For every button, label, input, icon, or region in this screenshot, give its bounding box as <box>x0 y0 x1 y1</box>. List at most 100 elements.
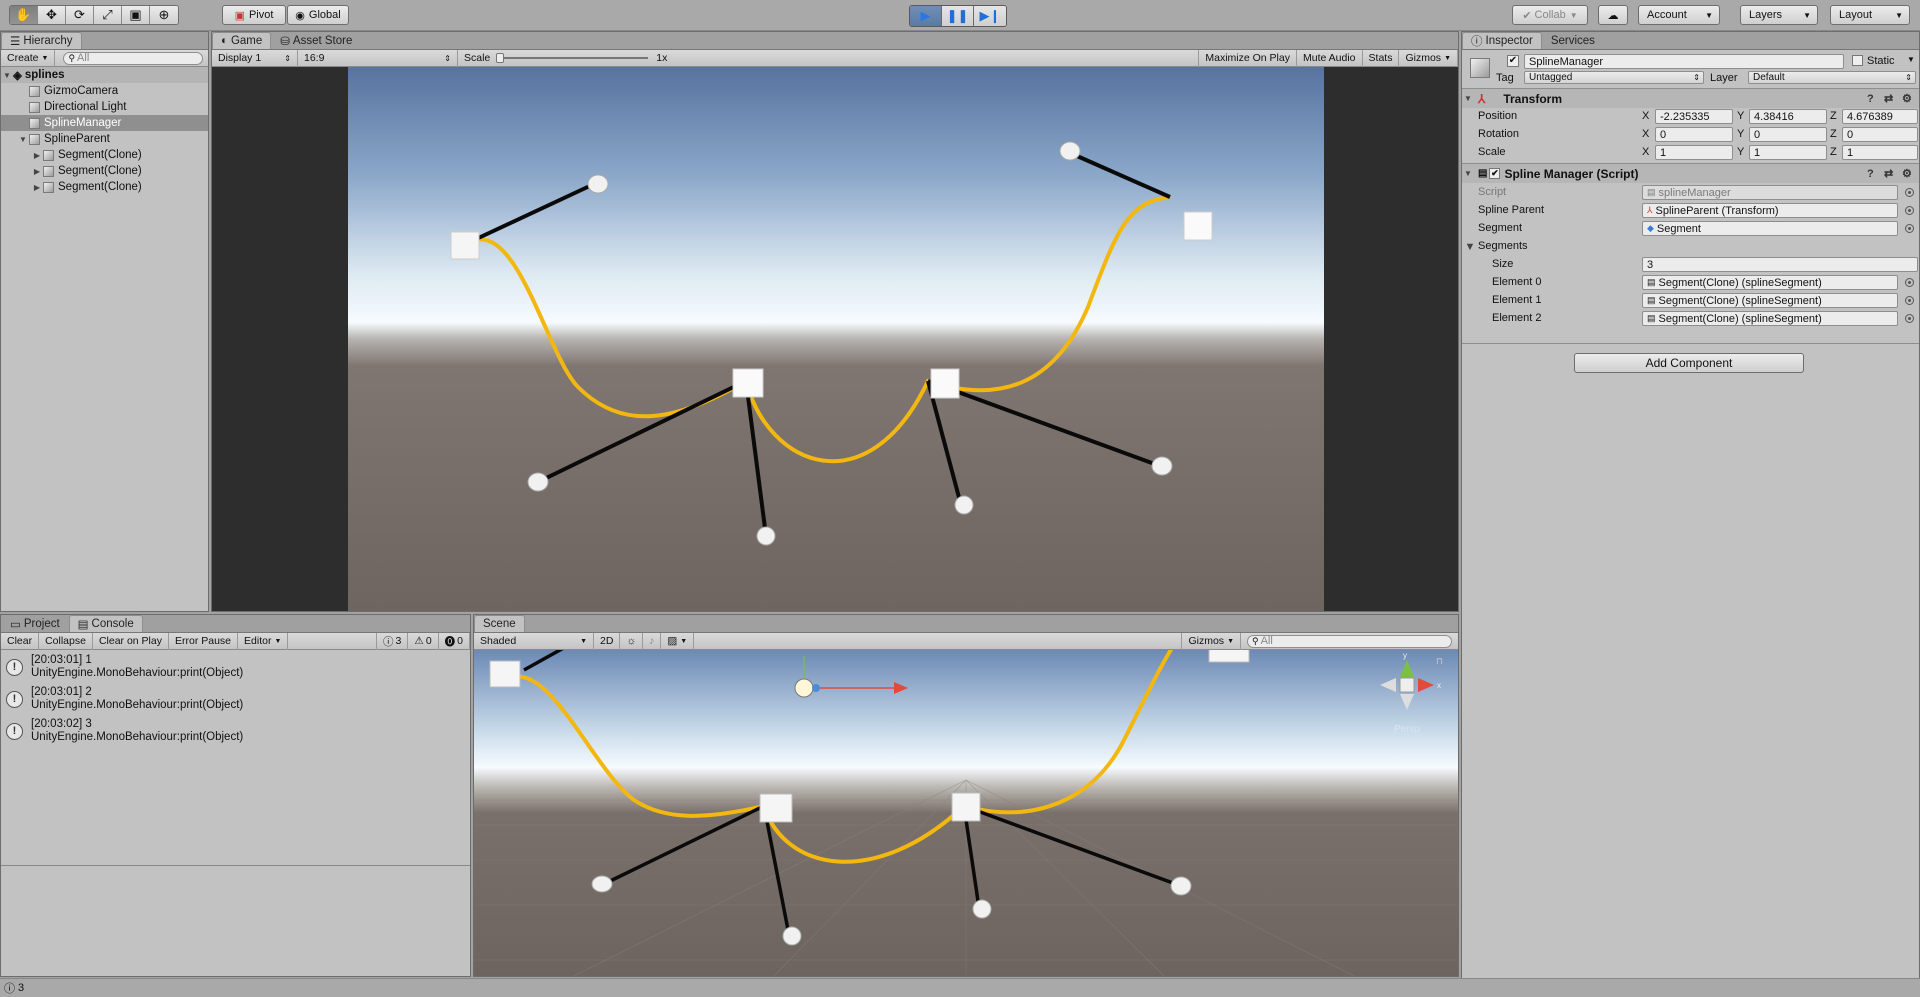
transform-header[interactable]: ▼ ⅄ Transform ? ⇄ ⚙ <box>1462 88 1919 108</box>
tab-hierarchy[interactable]: ☰ Hierarchy <box>1 32 82 49</box>
object-name-field[interactable]: SplineManager <box>1524 54 1844 69</box>
pause-button[interactable]: ❚❚ <box>942 6 974 26</box>
rotation-y-field[interactable]: 0 <box>1749 127 1827 142</box>
hierarchy-item[interactable]: ▶ Segment(Clone) <box>1 147 208 163</box>
element-0-field[interactable]: ▤ Segment(Clone) (splineSegment) <box>1642 275 1898 290</box>
scene-root-row[interactable]: ▼ ◈ splines <box>1 67 208 83</box>
hierarchy-search-input[interactable]: ⚲ All <box>63 51 204 65</box>
position-z-field[interactable]: 4.676389 <box>1842 109 1918 124</box>
active-checkbox[interactable]: ✔ <box>1507 55 1519 67</box>
static-checkbox[interactable] <box>1852 55 1863 66</box>
global-button[interactable]: ◉ Global <box>287 5 349 25</box>
hand-tool-icon[interactable]: ✋ <box>10 6 38 24</box>
error-pause-toggle[interactable]: Error Pause <box>169 632 239 650</box>
status-bar[interactable]: ⓘ 3 <box>0 978 1920 997</box>
log-entry[interactable]: ! [20:03:01] 1 UnityEngine.MonoBehaviour… <box>1 652 470 684</box>
account-dropdown[interactable]: Account ▼ <box>1638 5 1720 25</box>
warning-filter-toggle[interactable]: ⚠ 0 <box>408 632 439 650</box>
lighting-toggle[interactable]: ☼ <box>620 632 644 650</box>
scene-search-input[interactable]: ⚲ All <box>1247 634 1452 648</box>
segment-field[interactable]: ◆ Segment <box>1642 221 1898 236</box>
persp-label[interactable]: Persp <box>1394 724 1421 735</box>
layer-dropdown[interactable]: Default ⇕ <box>1748 71 1916 84</box>
maximize-on-play-toggle[interactable]: Maximize On Play <box>1198 49 1297 67</box>
slider-track[interactable] <box>496 53 649 63</box>
help-icon[interactable]: ? <box>1867 93 1874 105</box>
layout-dropdown[interactable]: Layout ▼ <box>1830 5 1910 25</box>
display-dropdown[interactable]: Display 1 ⇕ <box>212 49 298 67</box>
rotation-x-field[interactable]: 0 <box>1655 127 1733 142</box>
tab-project[interactable]: ▭ Project <box>1 615 69 632</box>
error-filter-toggle[interactable]: ⓿ 0 <box>439 632 470 650</box>
component-enabled-checkbox[interactable]: ✔ <box>1489 168 1501 179</box>
step-button[interactable]: ▶❙ <box>974 6 1006 26</box>
gear-icon[interactable]: ⚙ <box>1902 92 1912 105</box>
aspect-dropdown[interactable]: 16:9 ⇕ <box>298 49 458 67</box>
expand-arrow-icon[interactable]: ▼ <box>1464 241 1476 253</box>
object-picker-icon[interactable] <box>1905 314 1914 323</box>
hierarchy-item[interactable]: GizmoCamera <box>1 83 208 99</box>
clear-button[interactable]: Clear <box>1 632 40 650</box>
tab-game[interactable]: ◐ Game <box>212 32 272 49</box>
scene-gizmos-dropdown[interactable]: Gizmos ▼ <box>1181 632 1241 650</box>
hierarchy-item[interactable]: Directional Light <box>1 99 208 115</box>
object-picker-icon[interactable] <box>1905 296 1914 305</box>
tag-dropdown[interactable]: Untagged ⇕ <box>1524 71 1704 84</box>
stats-toggle[interactable]: Stats <box>1363 49 1400 67</box>
scene-viewport[interactable]: y x Persp ⊓ <box>474 650 1458 976</box>
add-component-button[interactable]: Add Component <box>1574 353 1804 373</box>
log-entry[interactable]: ! [20:03:01] 2 UnityEngine.MonoBehaviour… <box>1 684 470 716</box>
move-tool-icon[interactable]: ✥ <box>38 6 66 24</box>
hierarchy-item-selected[interactable]: SplineManager <box>1 115 208 131</box>
gizmos-dropdown[interactable]: Gizmos ▼ <box>1399 49 1458 67</box>
game-viewport[interactable] <box>348 67 1324 611</box>
mute-audio-toggle[interactable]: Mute Audio <box>1297 49 1363 67</box>
log-filter-toggle[interactable]: ⓘ 3 <box>376 632 409 650</box>
object-picker-icon[interactable] <box>1905 224 1914 233</box>
effects-dropdown[interactable]: ▨ ▼ <box>661 632 695 650</box>
2d-toggle[interactable]: 2D <box>594 632 621 650</box>
tab-asset-store[interactable]: ⛁ Asset Store <box>271 32 361 49</box>
slider-thumb[interactable] <box>496 53 505 63</box>
presets-icon[interactable]: ⇄ <box>1884 92 1893 105</box>
object-picker-icon[interactable] <box>1905 278 1914 287</box>
position-y-field[interactable]: 4.38416 <box>1749 109 1827 124</box>
cloud-button[interactable]: ☁ <box>1598 5 1628 25</box>
shading-mode-dropdown[interactable]: Shaded ▼ <box>474 632 594 650</box>
scale-x-field[interactable]: 1 <box>1655 145 1733 160</box>
log-entry[interactable]: ! [20:03:02] 3 UnityEngine.MonoBehaviour… <box>1 716 470 748</box>
tab-scene[interactable]: Scene <box>474 615 525 632</box>
audio-toggle[interactable]: ♪ <box>643 632 662 650</box>
create-dropdown[interactable]: Create ▼ <box>1 49 56 67</box>
hierarchy-item[interactable]: ▶ Segment(Clone) <box>1 179 208 195</box>
scale-y-field[interactable]: 1 <box>1749 145 1827 160</box>
segments-size-field[interactable]: 3 <box>1642 257 1918 272</box>
rotate-tool-icon[interactable]: ⟳ <box>66 6 94 24</box>
collab-dropdown[interactable]: ✔ Collab ▼ <box>1512 5 1588 25</box>
rotation-z-field[interactable]: 0 <box>1842 127 1918 142</box>
script-component-header[interactable]: ▼ ▤ ✔ Spline Manager (Script) ? ⇄ ⚙ <box>1462 163 1919 183</box>
transform-tool-icon[interactable]: ⊕ <box>150 6 178 24</box>
hierarchy-item[interactable]: ▼ SplineParent <box>1 131 208 147</box>
help-icon[interactable]: ? <box>1867 168 1874 180</box>
scale-tool-icon[interactable]: ⤢ <box>94 6 122 24</box>
tab-inspector[interactable]: ⓘ Inspector <box>1462 32 1542 49</box>
element-1-field[interactable]: ▤ Segment(Clone) (splineSegment) <box>1642 293 1898 308</box>
editor-dropdown[interactable]: Editor ▼ <box>238 632 289 650</box>
gear-icon[interactable]: ⚙ <box>1902 167 1912 180</box>
position-x-field[interactable]: -2.235335 <box>1655 109 1733 124</box>
layers-dropdown[interactable]: Layers ▼ <box>1740 5 1818 25</box>
scale-z-field[interactable]: 1 <box>1842 145 1918 160</box>
object-picker-icon[interactable] <box>1905 188 1914 197</box>
pivot-button[interactable]: ▣ Pivot <box>222 5 286 25</box>
object-picker-icon[interactable] <box>1905 206 1914 215</box>
tab-console[interactable]: ▤ Console <box>68 615 143 632</box>
presets-icon[interactable]: ⇄ <box>1884 167 1893 180</box>
hierarchy-item[interactable]: ▶ Segment(Clone) <box>1 163 208 179</box>
tab-services[interactable]: Services <box>1542 32 1604 49</box>
rect-tool-icon[interactable]: ▣ <box>122 6 150 24</box>
clear-on-play-toggle[interactable]: Clear on Play <box>93 632 169 650</box>
spline-parent-field[interactable]: ⅄ SplineParent (Transform) <box>1642 203 1898 218</box>
lock-icon[interactable]: ⊓ <box>1436 656 1443 666</box>
play-button[interactable]: ▶ <box>910 6 942 26</box>
